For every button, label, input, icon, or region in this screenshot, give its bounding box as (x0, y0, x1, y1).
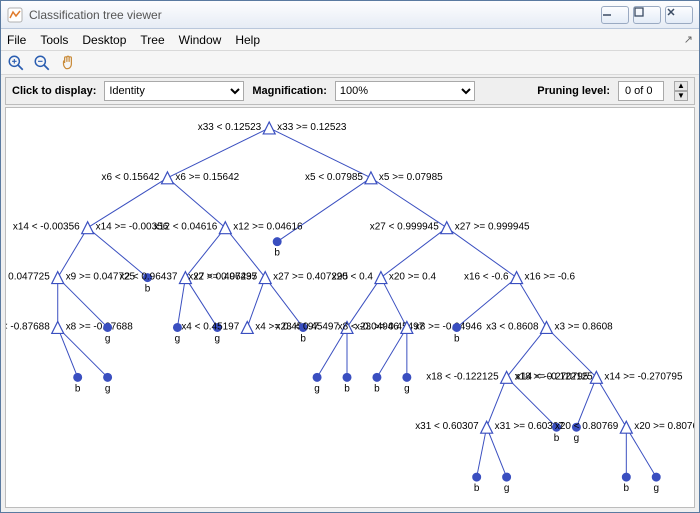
svg-text:b: b (300, 333, 306, 344)
app-window: Classification tree viewer File Tools De… (0, 0, 700, 513)
magnification-label: Magnification: (252, 85, 327, 97)
svg-text:x33 >= 0.12523: x33 >= 0.12523 (277, 122, 347, 133)
svg-text:x2 < 0.96437: x2 < 0.96437 (119, 272, 177, 283)
svg-text:g: g (504, 483, 510, 494)
svg-text:x31 < 0.60307: x31 < 0.60307 (415, 421, 479, 432)
svg-text:x3 < 0.8608: x3 < 0.8608 (486, 321, 539, 332)
figure-toolbar (1, 51, 699, 75)
svg-text:g: g (314, 383, 320, 394)
svg-text:g: g (105, 333, 111, 344)
window-buttons (601, 6, 693, 24)
svg-text:x8 >= -0.87688: x8 >= -0.87688 (66, 321, 134, 332)
svg-text:b: b (75, 383, 81, 394)
svg-text:b: b (145, 284, 151, 295)
svg-text:x20 < 0.80769: x20 < 0.80769 (555, 421, 619, 432)
zoom-out-icon[interactable] (33, 54, 51, 72)
svg-text:x6 < 0.15642: x6 < 0.15642 (102, 172, 160, 183)
magnification-select[interactable]: 100% (335, 81, 475, 101)
svg-text:x18 < -0.122125: x18 < -0.122125 (426, 371, 499, 382)
tree-svg: x33 < 0.12523 x33 >= 0.12523 x6 < 0.15642 x… (6, 108, 694, 507)
svg-text:x8 < -0.04946: x8 < -0.04946 (338, 321, 400, 332)
svg-text:x14 < -0.270795: x14 < -0.270795 (516, 371, 589, 382)
menu-file[interactable]: File (7, 33, 26, 47)
minimize-button[interactable] (601, 6, 629, 24)
svg-text:g: g (105, 383, 111, 394)
svg-text:x27 >= 0.999945: x27 >= 0.999945 (455, 222, 530, 233)
svg-text:b: b (374, 383, 380, 394)
app-icon (7, 7, 23, 23)
svg-text:x8 >= -0.04946: x8 >= -0.04946 (415, 321, 483, 332)
window-title: Classification tree viewer (29, 8, 601, 22)
tree-canvas[interactable]: x33 < 0.12523 x33 >= 0.12523 x6 < 0.15642 x… (5, 107, 695, 508)
maximize-button[interactable] (633, 6, 661, 24)
svg-text:b: b (454, 333, 460, 344)
svg-text:x9 < 0.047725: x9 < 0.047725 (6, 272, 50, 283)
svg-text:g: g (215, 333, 221, 344)
pruning-label: Pruning level: (537, 85, 610, 97)
menu-desktop[interactable]: Desktop (82, 33, 126, 47)
svg-text:x8 < -0.87688: x8 < -0.87688 (6, 321, 50, 332)
pruning-spinner: ▲ ▼ (674, 81, 688, 101)
svg-text:x27 < 0.999945: x27 < 0.999945 (370, 222, 439, 233)
svg-text:x14 >= -0.270795: x14 >= -0.270795 (604, 371, 683, 382)
svg-text:b: b (554, 433, 560, 444)
display-label: Click to display: (12, 85, 96, 97)
dock-toggle-icon[interactable]: ↗ (684, 33, 693, 46)
svg-text:b: b (344, 383, 350, 394)
svg-text:b: b (474, 483, 480, 494)
svg-text:g: g (175, 333, 181, 344)
svg-text:x20 >= 0.4: x20 >= 0.4 (389, 272, 437, 283)
menu-tools[interactable]: Tools (40, 33, 68, 47)
svg-text:x4 < 0.45197: x4 < 0.45197 (181, 321, 239, 332)
menu-bar: File Tools Desktop Tree Window Help ↗ (1, 29, 699, 51)
svg-text:x12 < 0.04616: x12 < 0.04616 (154, 222, 218, 233)
menu-help[interactable]: Help (235, 33, 260, 47)
svg-text:x5 >= 0.07985: x5 >= 0.07985 (379, 172, 443, 183)
svg-text:x5 < 0.07985: x5 < 0.07985 (305, 172, 363, 183)
svg-text:x27 < 0.407295: x27 < 0.407295 (188, 272, 257, 283)
svg-text:x6 >= 0.15642: x6 >= 0.15642 (175, 172, 239, 183)
pruning-up-button[interactable]: ▲ (674, 81, 688, 91)
svg-text:x20 >= 0.80769: x20 >= 0.80769 (634, 421, 694, 432)
zoom-in-icon[interactable] (7, 54, 25, 72)
display-select[interactable]: Identity (104, 81, 244, 101)
svg-text:x33 < 0.12523: x33 < 0.12523 (198, 122, 262, 133)
svg-text:x16 < -0.6: x16 < -0.6 (464, 272, 509, 283)
pruning-down-button[interactable]: ▼ (674, 91, 688, 101)
svg-text:x3 >= 0.8608: x3 >= 0.8608 (554, 321, 613, 332)
svg-text:x20 < 0.4: x20 < 0.4 (332, 272, 374, 283)
control-bar: Click to display: Identity Magnification… (5, 77, 695, 105)
svg-text:x14 < -0.00356: x14 < -0.00356 (13, 222, 80, 233)
svg-text:g: g (653, 483, 659, 494)
svg-text:x12 >= 0.04616: x12 >= 0.04616 (233, 222, 303, 233)
svg-text:b: b (274, 248, 280, 259)
title-bar: Classification tree viewer (1, 1, 699, 29)
menu-tree[interactable]: Tree (140, 33, 164, 47)
pruning-readout: 0 of 0 (618, 81, 664, 101)
pan-icon[interactable] (59, 54, 77, 72)
svg-text:x23 < 0.45497: x23 < 0.45497 (276, 321, 340, 332)
svg-text:x16 >= -0.6: x16 >= -0.6 (525, 272, 576, 283)
svg-text:g: g (574, 433, 580, 444)
svg-text:g: g (404, 383, 410, 394)
close-button[interactable] (665, 6, 693, 24)
menu-window[interactable]: Window (179, 33, 222, 47)
svg-text:b: b (624, 483, 630, 494)
